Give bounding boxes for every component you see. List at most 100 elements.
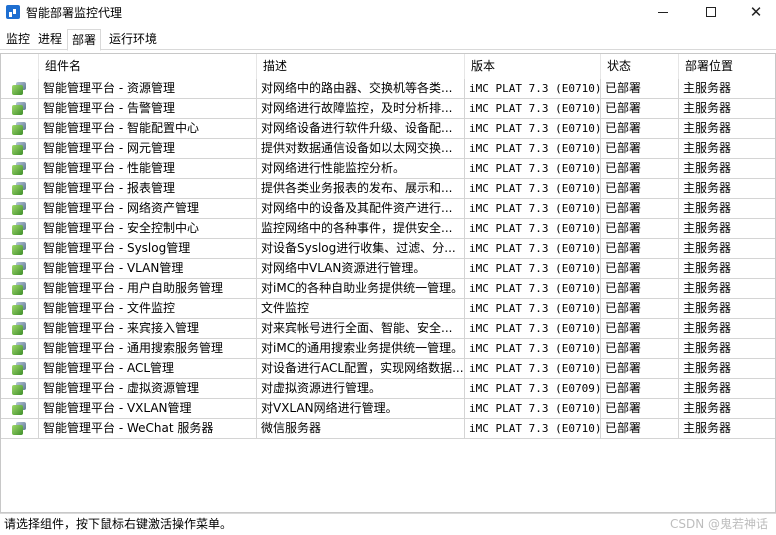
version-cell: iMC PLAT 7.3 (E0710) — [465, 159, 601, 179]
component-name-cell: 智能管理平台 - VXLAN管理 — [39, 399, 257, 419]
maximize-button[interactable] — [688, 0, 734, 24]
header-description[interactable]: 描述 — [257, 54, 465, 79]
description-cell: 对网络进行故障监控，及时分析排... — [257, 99, 465, 119]
table-row[interactable]: 智能管理平台 - 智能配置中心 对网络设备进行软件升级、设备配... iMC PLA… — [1, 119, 775, 139]
header-component-name[interactable]: 组件名 — [39, 54, 257, 79]
row-icon-cell — [1, 239, 39, 259]
location-cell: 主服务器 — [679, 299, 775, 319]
row-icon-cell — [1, 339, 39, 359]
maximize-icon — [706, 7, 716, 17]
close-button[interactable]: ✕ — [733, 0, 776, 24]
tab-deploy[interactable]: 部署 — [67, 29, 102, 51]
table-row[interactable]: 智能管理平台 - Syslog管理 对设备Syslog进行收集、过滤、分... iM… — [1, 239, 775, 259]
state-cell: 已部署 — [601, 379, 679, 399]
component-name-cell: 智能管理平台 - VLAN管理 — [39, 259, 257, 279]
row-icon-cell — [1, 139, 39, 159]
component-icon — [11, 222, 27, 236]
state-cell: 已部署 — [601, 359, 679, 379]
description-cell: 微信服务器 — [257, 419, 465, 439]
table-row[interactable]: 智能管理平台 - 告警管理 对网络进行故障监控，及时分析排... iMC PLAT … — [1, 99, 775, 119]
location-cell: 主服务器 — [679, 419, 775, 439]
component-icon — [11, 322, 27, 336]
component-table[interactable]: 组件名 描述 版本 状态 部署位置 智能管理平台 - 资源管理 对网络中的路由器、… — [0, 53, 776, 513]
table-row[interactable]: 智能管理平台 - 用户自助服务管理 对iMC的各种自助业务提供统一管理。 iMC P… — [1, 279, 775, 299]
location-cell: 主服务器 — [679, 279, 775, 299]
version-cell: iMC PLAT 7.3 (E0710) — [465, 99, 601, 119]
tab-runtime-env[interactable]: 运行环境 — [105, 29, 161, 50]
description-cell: 对网络中VLAN资源进行管理。 — [257, 259, 465, 279]
header-state[interactable]: 状态 — [601, 54, 679, 79]
minimize-button[interactable] — [640, 0, 686, 24]
row-icon-cell — [1, 379, 39, 399]
minimize-icon — [658, 11, 668, 13]
component-icon — [11, 342, 27, 356]
state-cell: 已部署 — [601, 139, 679, 159]
description-cell: 提供各类业务报表的发布、展示和... — [257, 179, 465, 199]
table-row[interactable]: 智能管理平台 - 安全控制中心 监控网络中的各种事件，提供安全... iMC PLA… — [1, 219, 775, 239]
location-cell: 主服务器 — [679, 239, 775, 259]
table-row[interactable]: 智能管理平台 - 来宾接入管理 对来宾帐号进行全面、智能、安全... iMC PLA… — [1, 319, 775, 339]
version-cell: iMC PLAT 7.3 (E0710) — [465, 259, 601, 279]
component-name-cell: 智能管理平台 - 资源管理 — [39, 79, 257, 99]
table-row[interactable]: 智能管理平台 - 资源管理 对网络中的路由器、交换机等各类... iMC PLAT … — [1, 79, 775, 99]
description-cell: 对iMC的通用搜索业务提供统一管理。 — [257, 339, 465, 359]
status-text: 请选择组件，按下鼠标右键激活操作菜单。 — [4, 517, 233, 531]
version-cell: iMC PLAT 7.3 (E0710) — [465, 339, 601, 359]
component-icon — [11, 402, 27, 416]
component-name-cell: 智能管理平台 - 来宾接入管理 — [39, 319, 257, 339]
location-cell: 主服务器 — [679, 399, 775, 419]
version-cell: iMC PLAT 7.3 (E0710) — [465, 199, 601, 219]
row-icon-cell — [1, 99, 39, 119]
location-cell: 主服务器 — [679, 179, 775, 199]
tab-monitor[interactable]: 监控 — [2, 29, 34, 50]
app-icon — [6, 5, 20, 19]
location-cell: 主服务器 — [679, 259, 775, 279]
table-row[interactable]: 智能管理平台 - 报表管理 提供各类业务报表的发布、展示和... iMC PLAT … — [1, 179, 775, 199]
tab-bar: 监控 进程 部署 运行环境 — [0, 29, 776, 51]
row-icon-cell — [1, 179, 39, 199]
version-cell: iMC PLAT 7.3 (E0710) — [465, 419, 601, 439]
description-cell: 对虚拟资源进行管理。 — [257, 379, 465, 399]
table-row[interactable]: 智能管理平台 - ACL管理 对设备进行ACL配置，实现网络数据... iMC PL… — [1, 359, 775, 379]
component-icon — [11, 82, 27, 96]
table-row[interactable]: 智能管理平台 - 性能管理 对网络进行性能监控分析。 iMC PLAT 7.3 (E… — [1, 159, 775, 179]
state-cell: 已部署 — [601, 99, 679, 119]
tab-process[interactable]: 进程 — [34, 29, 66, 50]
state-cell: 已部署 — [601, 119, 679, 139]
description-cell: 对VXLAN网络进行管理。 — [257, 399, 465, 419]
table-row[interactable]: 智能管理平台 - 网元管理 提供对数据通信设备如以太网交换... iMC PLAT … — [1, 139, 775, 159]
component-icon — [11, 162, 27, 176]
state-cell: 已部署 — [601, 239, 679, 259]
watermark: CSDN @鬼若神话 — [669, 517, 768, 531]
table-row[interactable]: 智能管理平台 - 文件监控 文件监控 iMC PLAT 7.3 (E0710) 已部署… — [1, 299, 775, 319]
version-cell: iMC PLAT 7.3 (E0710) — [465, 79, 601, 99]
description-cell: 对网络设备进行软件升级、设备配... — [257, 119, 465, 139]
header-version[interactable]: 版本 — [465, 54, 601, 79]
description-cell: 对来宾帐号进行全面、智能、安全... — [257, 319, 465, 339]
state-cell: 已部署 — [601, 179, 679, 199]
location-cell: 主服务器 — [679, 219, 775, 239]
row-icon-cell — [1, 159, 39, 179]
table-row[interactable]: 智能管理平台 - VXLAN管理 对VXLAN网络进行管理。 iMC PLAT 7.… — [1, 399, 775, 419]
header-location[interactable]: 部署位置 — [679, 54, 775, 79]
location-cell: 主服务器 — [679, 159, 775, 179]
component-icon — [11, 202, 27, 216]
row-icon-cell — [1, 79, 39, 99]
version-cell: iMC PLAT 7.3 (E0710) — [465, 399, 601, 419]
table-row[interactable]: 智能管理平台 - VLAN管理 对网络中VLAN资源进行管理。 iMC PLAT 7… — [1, 259, 775, 279]
table-row[interactable]: 智能管理平台 - WeChat 服务器 微信服务器 iMC PLAT 7.3 (E0… — [1, 419, 775, 439]
version-cell: iMC PLAT 7.3 (E0710) — [465, 319, 601, 339]
row-icon-cell — [1, 399, 39, 419]
table-row[interactable]: 智能管理平台 - 通用搜索服务管理 对iMC的通用搜索业务提供统一管理。 iMC P… — [1, 339, 775, 359]
location-cell: 主服务器 — [679, 379, 775, 399]
header-icon-column[interactable] — [1, 54, 39, 79]
location-cell: 主服务器 — [679, 319, 775, 339]
table-row[interactable]: 智能管理平台 - 网络资产管理 对网络中的设备及其配件资产进行... iMC PLA… — [1, 199, 775, 219]
component-name-cell: 智能管理平台 - 性能管理 — [39, 159, 257, 179]
table-row[interactable]: 智能管理平台 - 虚拟资源管理 对虚拟资源进行管理。 iMC PLAT 7.3 (E… — [1, 379, 775, 399]
state-cell: 已部署 — [601, 299, 679, 319]
component-name-cell: 智能管理平台 - 文件监控 — [39, 299, 257, 319]
location-cell: 主服务器 — [679, 339, 775, 359]
component-icon — [11, 262, 27, 276]
version-cell: iMC PLAT 7.3 (E0710) — [465, 299, 601, 319]
